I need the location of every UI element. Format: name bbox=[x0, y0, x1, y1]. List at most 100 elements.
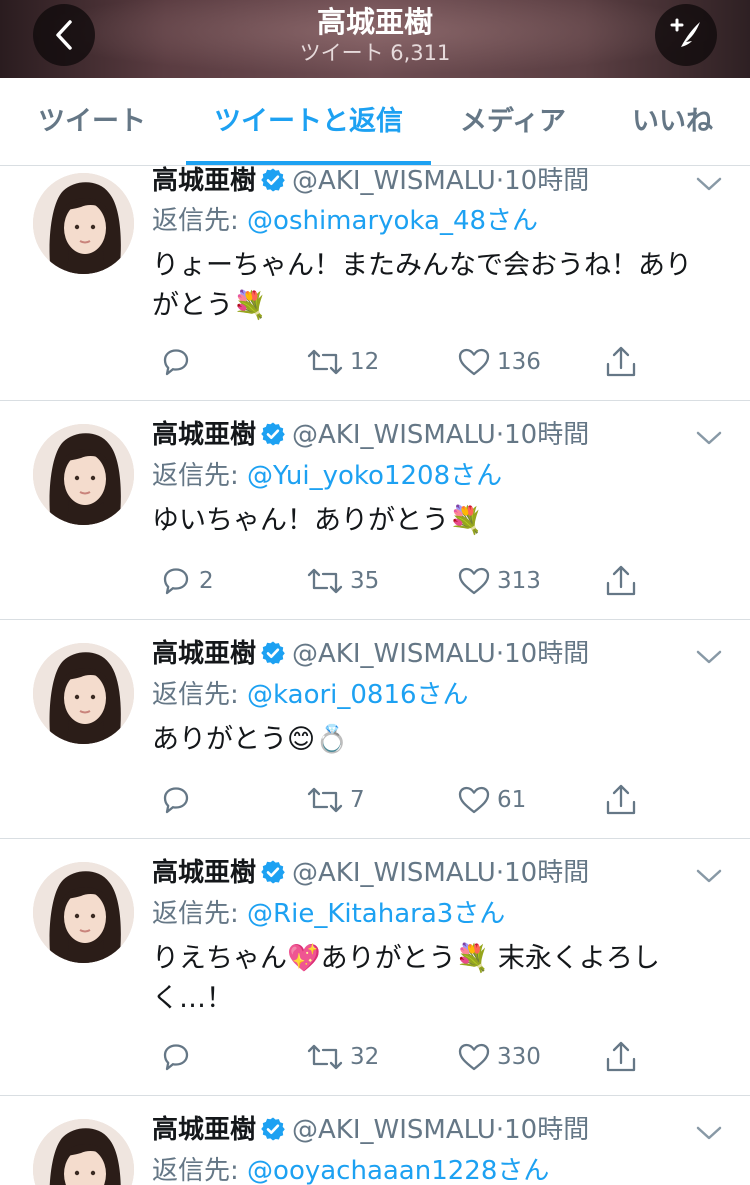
tweet-text: ゆいちゃん！ありがとう💐 bbox=[152, 501, 722, 541]
chevron-down-icon[interactable] bbox=[694, 866, 724, 886]
chevron-down-icon[interactable] bbox=[694, 428, 724, 448]
retweet-icon bbox=[306, 1040, 344, 1074]
reply-mention-link[interactable]: @Yui_yoko1208さん bbox=[247, 461, 502, 491]
like-button[interactable]: 330 bbox=[451, 1037, 541, 1077]
retweet-count: 7 bbox=[350, 787, 365, 813]
retweet-count: 12 bbox=[350, 349, 380, 375]
tab-tweets[interactable]: ツイート bbox=[22, 78, 162, 166]
tweet-item[interactable]: 高城亜樹 @AKI_WISMALU·10時間 返信先: @Rie_Kitahara… bbox=[0, 839, 750, 1096]
retweet-button[interactable]: 35 bbox=[300, 561, 379, 601]
like-count: 61 bbox=[497, 787, 527, 813]
timestamp[interactable]: 10時間 bbox=[504, 639, 589, 669]
reply-icon bbox=[159, 564, 193, 598]
reply-to: 返信先: @ooyachaaan1228さん bbox=[152, 1154, 549, 1185]
sparkling-heart-emoji: 💖 bbox=[287, 943, 321, 974]
display-name[interactable]: 高城亜樹 bbox=[152, 639, 256, 669]
tweet-actions: 7 61 bbox=[0, 780, 750, 820]
profile-header: 高城亜樹 ツイート 6,311 bbox=[0, 0, 750, 78]
retweet-count: 32 bbox=[350, 1044, 380, 1070]
like-count: 330 bbox=[497, 1044, 541, 1070]
verified-badge-icon bbox=[260, 167, 286, 202]
reply-button[interactable]: 2 bbox=[153, 561, 214, 601]
like-button[interactable]: 136 bbox=[451, 342, 541, 382]
separator-dot: · bbox=[495, 166, 505, 196]
avatar[interactable] bbox=[33, 643, 134, 744]
timestamp[interactable]: 10時間 bbox=[504, 166, 589, 196]
avatar[interactable] bbox=[33, 173, 134, 274]
handle[interactable]: @AKI_WISMALU bbox=[292, 166, 496, 196]
tweet-text-line: く…！ bbox=[152, 983, 233, 1014]
reply-mention-link[interactable]: @kaori_0816さん bbox=[247, 680, 469, 710]
verified-badge-icon bbox=[260, 640, 286, 675]
bouquet-emoji: 💐 bbox=[233, 290, 267, 321]
display-name[interactable]: 高城亜樹 bbox=[152, 1115, 256, 1145]
reply-icon bbox=[159, 1040, 193, 1074]
display-name[interactable]: 高城亜樹 bbox=[152, 858, 256, 888]
tweet-header: 高城亜樹 @AKI_WISMALU·10時間 bbox=[152, 856, 589, 890]
share-button[interactable] bbox=[598, 1037, 638, 1077]
share-icon bbox=[604, 1039, 638, 1075]
chevron-down-icon[interactable] bbox=[694, 174, 724, 194]
reply-prefix: 返信先: bbox=[152, 1156, 248, 1185]
separator-dot: · bbox=[495, 420, 505, 450]
reply-prefix: 返信先: bbox=[152, 899, 248, 929]
share-icon bbox=[604, 563, 638, 599]
reply-mention-link[interactable]: @Rie_Kitahara3さん bbox=[247, 899, 505, 929]
tab-media[interactable]: メディア bbox=[448, 78, 578, 166]
tweet-text-segment: ありがとう bbox=[320, 943, 456, 974]
tab-likes[interactable]: いいね bbox=[615, 78, 730, 166]
chevron-down-icon[interactable] bbox=[694, 1123, 724, 1143]
retweet-button[interactable]: 12 bbox=[300, 342, 379, 382]
timestamp[interactable]: 10時間 bbox=[504, 858, 589, 888]
reply-button[interactable] bbox=[153, 342, 199, 382]
timestamp[interactable]: 10時間 bbox=[504, 420, 589, 450]
reply-mention-link[interactable]: @ooyachaaan1228さん bbox=[247, 1156, 549, 1185]
avatar[interactable] bbox=[33, 424, 134, 525]
tweet-text-line: ゆいちゃん！ありがとう bbox=[152, 505, 449, 536]
heart-icon bbox=[457, 783, 491, 817]
reply-button[interactable] bbox=[153, 780, 199, 820]
reply-to: 返信先: @Rie_Kitahara3さん bbox=[152, 897, 505, 931]
tweet-header: 高城亜樹 @AKI_WISMALU·10時間 bbox=[152, 637, 589, 671]
share-button[interactable] bbox=[598, 342, 638, 382]
tweet-actions: 2 35 313 bbox=[0, 561, 750, 601]
reply-button[interactable] bbox=[153, 1037, 199, 1077]
like-button[interactable]: 313 bbox=[451, 561, 541, 601]
ring-emoji: 💍 bbox=[315, 724, 349, 755]
tweet-item[interactable]: 高城亜樹 @AKI_WISMALU·10時間 返信先: @Yui_yoko1208… bbox=[0, 401, 750, 620]
tweet-actions: 12 136 bbox=[0, 342, 750, 382]
share-button[interactable] bbox=[598, 561, 638, 601]
retweet-button[interactable]: 32 bbox=[300, 1037, 379, 1077]
handle[interactable]: @AKI_WISMALU bbox=[292, 420, 496, 450]
tweet-actions: 32 330 bbox=[0, 1037, 750, 1077]
reply-icon bbox=[159, 783, 193, 817]
chevron-down-icon[interactable] bbox=[694, 647, 724, 667]
display-name[interactable]: 高城亜樹 bbox=[152, 420, 256, 450]
tab-tweets-and-replies[interactable]: ツイートと返信 bbox=[186, 78, 431, 166]
tweet-item[interactable]: 高城亜樹 @AKI_WISMALU·10時間 返信先: @kaori_0816さん… bbox=[0, 620, 750, 839]
reply-count: 2 bbox=[199, 568, 214, 594]
verified-badge-icon bbox=[260, 859, 286, 894]
tweet-text: ありがとう😊💍 bbox=[152, 720, 722, 760]
compose-tweet-button[interactable] bbox=[655, 4, 717, 66]
avatar[interactable] bbox=[33, 1119, 134, 1185]
tweet-text-line: ありがとう bbox=[152, 724, 287, 755]
tweet-header: 高城亜樹 @AKI_WISMALU·10時間 bbox=[152, 1113, 589, 1147]
tweet-item[interactable]: 高城亜樹 @AKI_WISMALU·10時間 返信先: @oshimaryoka_… bbox=[0, 166, 750, 401]
timestamp[interactable]: 10時間 bbox=[504, 1115, 589, 1145]
share-icon bbox=[604, 782, 638, 818]
handle[interactable]: @AKI_WISMALU bbox=[292, 858, 496, 888]
avatar[interactable] bbox=[33, 862, 134, 963]
handle[interactable]: @AKI_WISMALU bbox=[292, 639, 496, 669]
like-button[interactable]: 61 bbox=[451, 780, 526, 820]
reply-to: 返信先: @Yui_yoko1208さん bbox=[152, 459, 502, 493]
verified-badge-icon bbox=[260, 1116, 286, 1151]
handle[interactable]: @AKI_WISMALU bbox=[292, 1115, 496, 1145]
display-name[interactable]: 高城亜樹 bbox=[152, 166, 256, 196]
share-button[interactable] bbox=[598, 780, 638, 820]
tweet-header: 高城亜樹 @AKI_WISMALU·10時間 bbox=[152, 418, 589, 452]
reply-mention-link[interactable]: @oshimaryoka_48さん bbox=[247, 206, 538, 236]
retweet-button[interactable]: 7 bbox=[300, 780, 365, 820]
tweet-count: ツイート 6,311 bbox=[299, 41, 451, 65]
tweet-item[interactable]: 高城亜樹 @AKI_WISMALU·10時間 返信先: @ooyachaaan12… bbox=[0, 1096, 750, 1185]
